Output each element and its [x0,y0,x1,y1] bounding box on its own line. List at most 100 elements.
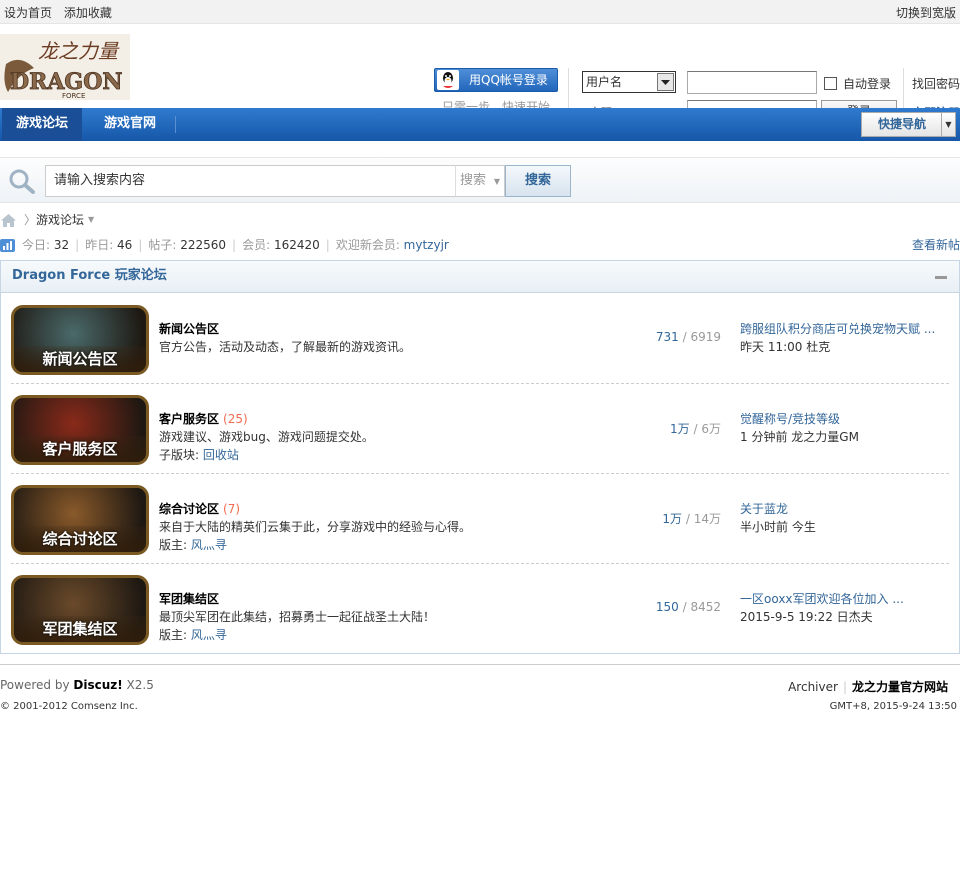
forum-name-text[interactable]: 军团集结区 [159,592,219,606]
quick-nav-button[interactable]: 快捷导航 ▼ [861,112,956,137]
thread-count: 731 [655,330,679,344]
discuz-link[interactable]: Discuz! [73,678,122,692]
search-button[interactable]: 搜索 [505,165,571,197]
stat-newest-label: 欢迎新会员: [335,238,404,252]
search-type-select[interactable]: 搜索 ▼ [455,165,505,197]
forum-description: 游戏建议、游戏bug、游戏问题提交处。 [159,430,374,444]
post-count: 8452 [690,600,721,614]
tab-official-site[interactable]: 游戏官网 [90,108,170,141]
footer-divider [0,664,960,665]
sub-link[interactable]: 风灬寻 [191,628,227,642]
forum-row: 客户服务区 客户服务区 (25) 游戏建议、游戏bug、游戏问题提交处。 子版块: 回收… [11,384,949,474]
qq-login-label: 用QQ帐号登录 [469,73,548,87]
forum-counts: 1万 / 14万 [662,512,721,526]
thread-count: 1万 [670,422,690,436]
last-post-title[interactable]: 一区ooxx军团欢迎各位加入 ... [740,590,904,607]
stat-posts-label: 帖子: [148,238,181,252]
thread-count: 150 [655,600,679,614]
qq-login-button[interactable]: 用QQ帐号登录 [434,68,558,92]
thread-count: 1万 [662,512,683,526]
site-logo[interactable]: 龙之力量 DRAGON FORCE [0,34,130,100]
forum-thumbnail[interactable]: 新闻公告区 [11,305,149,375]
quick-nav-label: 快捷导航 [878,117,927,131]
search-type-value: 搜索 [460,173,487,188]
sub-link[interactable]: 回收站 [203,448,239,462]
forum-name[interactable]: 综合讨论区 (7) [159,500,240,517]
post-count: 6919 [690,330,721,344]
home-icon[interactable] [1,214,16,227]
collapse-icon[interactable] [935,276,947,279]
add-favorite-link[interactable]: 添加收藏 [64,6,112,20]
forum-description: 来自于大陆的精英们云集于此，分享游戏中的经验与心得。 [159,520,472,534]
last-post-title[interactable]: 关于蓝龙 [740,500,788,517]
find-password-link[interactable]: 找回密码 [912,75,960,92]
forum-name[interactable]: 新闻公告区 [159,320,223,337]
forum-counts: 1万 / 6万 [670,422,721,436]
login-field-select[interactable]: 用户名 [582,71,676,93]
tab-forum[interactable]: 游戏论坛 [2,108,83,141]
qq-penguin-icon [437,70,459,90]
forum-description: 最顶尖军团在此集结，招募勇士一起征战圣土大陆！ [159,610,436,624]
chevron-down-icon [657,73,674,91]
forum-name[interactable]: 客户服务区 (25) [159,410,248,427]
svg-text:FORCE: FORCE [62,92,85,100]
post-count: 6万 [701,422,721,436]
stat-today-label: 今日: [22,238,54,252]
auto-login-checkbox[interactable]: 自动登录 [824,75,891,92]
sub-label: 版主: [159,538,191,552]
site-header: 龙之力量 DRAGON FORCE 用QQ帐号登录 只需一步，快速开始 用户名 … [0,24,960,123]
chevron-down-icon: ▼ [493,177,500,186]
view-new-posts-link[interactable]: 查看新帖 [912,236,960,254]
breadcrumb-current[interactable]: 游戏论坛 [36,211,84,229]
archiver-link[interactable]: Archiver [788,680,838,694]
stat-yesterday-label: 昨日: [85,238,118,252]
forum-category-title[interactable]: Dragon Force 玩家论坛 [12,261,167,291]
powered-by: Powered by Discuz! X2.5 [0,678,154,692]
forum-sub-info: 子版块: 回收站 [159,446,239,463]
last-post-title[interactable]: 跨服组队积分商店可兑换宠物天赋 ... [740,320,935,337]
forum-name[interactable]: 军团集结区 [159,590,223,607]
forum-sub-info: 版主: 风灬寻 [159,626,227,643]
forum-row: 军团集结区 军团集结区 最顶尖军团在此集结，招募勇士一起征战圣土大陆！ 版主: 风灬寻… [11,564,949,654]
last-post-meta: 1 分钟前 龙之力量GM [740,430,859,444]
forum-row: 新闻公告区 新闻公告区 官方公告，活动及动态，了解最新的游戏资讯。 731 / 691… [11,294,949,384]
set-home-link[interactable]: 设为首页 [4,6,52,20]
forum-thumbnail[interactable]: 军团集结区 [11,575,149,645]
newest-member-link[interactable]: mytzyjr [404,238,449,252]
sub-link[interactable]: 风灬寻 [191,538,227,552]
today-post-count: (25) [223,412,248,426]
footer-links: Archiver | 龙之力量官方网站 [788,680,948,694]
powered-prefix: Powered by [0,678,74,692]
forum-sub-info: 版主: 风灬寻 [159,536,227,553]
chevron-down-icon[interactable]: ▼ [88,211,94,229]
checkbox-box[interactable] [824,77,837,90]
thumbnail-caption: 综合讨论区 [42,530,118,548]
stat-posts: 222560 [180,238,227,252]
last-post-title[interactable]: 觉醒称号/竞技等级 [740,410,840,427]
forum-name-text[interactable]: 新闻公告区 [159,322,219,336]
breadcrumb-separator: 〉 [24,213,37,227]
username-input[interactable] [687,71,817,94]
sub-label: 版主: [159,628,191,642]
search-bar: 请输入搜索内容 搜索 ▼ 搜索 [0,157,960,203]
stat-today: 32 [53,238,70,252]
stats-chart-icon [0,239,15,252]
forum-thumbnail[interactable]: 客户服务区 [11,395,149,465]
last-post-meta: 半小时前 今生 [740,520,816,534]
switch-width-link[interactable]: 切换到宽版 [896,4,956,21]
forum-thumbnail[interactable]: 综合讨论区 [11,485,149,555]
forum-description: 官方公告，活动及动态，了解最新的游戏资讯。 [159,340,412,354]
forum-row: 综合讨论区 综合讨论区 (7) 来自于大陆的精英们云集于此，分享游戏中的经验与心得。版… [11,474,949,564]
thumbnail-caption: 客户服务区 [42,440,118,458]
forum-counts: 731 / 6919 [655,330,721,344]
thumbnail-caption: 军团集结区 [42,620,118,638]
forum-counts: 150 / 8452 [655,600,721,614]
search-input[interactable]: 请输入搜索内容 [45,165,457,197]
server-time: GMT+8, 2015-9-24 13:50 [829,701,957,712]
main-nav: 游戏论坛 游戏官网 快捷导航 ▼ [0,108,960,141]
forum-name-text[interactable]: 客户服务区 [159,412,219,426]
forum-name-text[interactable]: 综合讨论区 [159,502,219,516]
top-links: 设为首页 添加收藏 [4,4,120,21]
forum-category: Dragon Force 玩家论坛 新闻公告区 新闻公告区 官方公告，活动及动态，了… [0,260,960,654]
site-name-link[interactable]: 龙之力量官方网站 [852,680,948,694]
